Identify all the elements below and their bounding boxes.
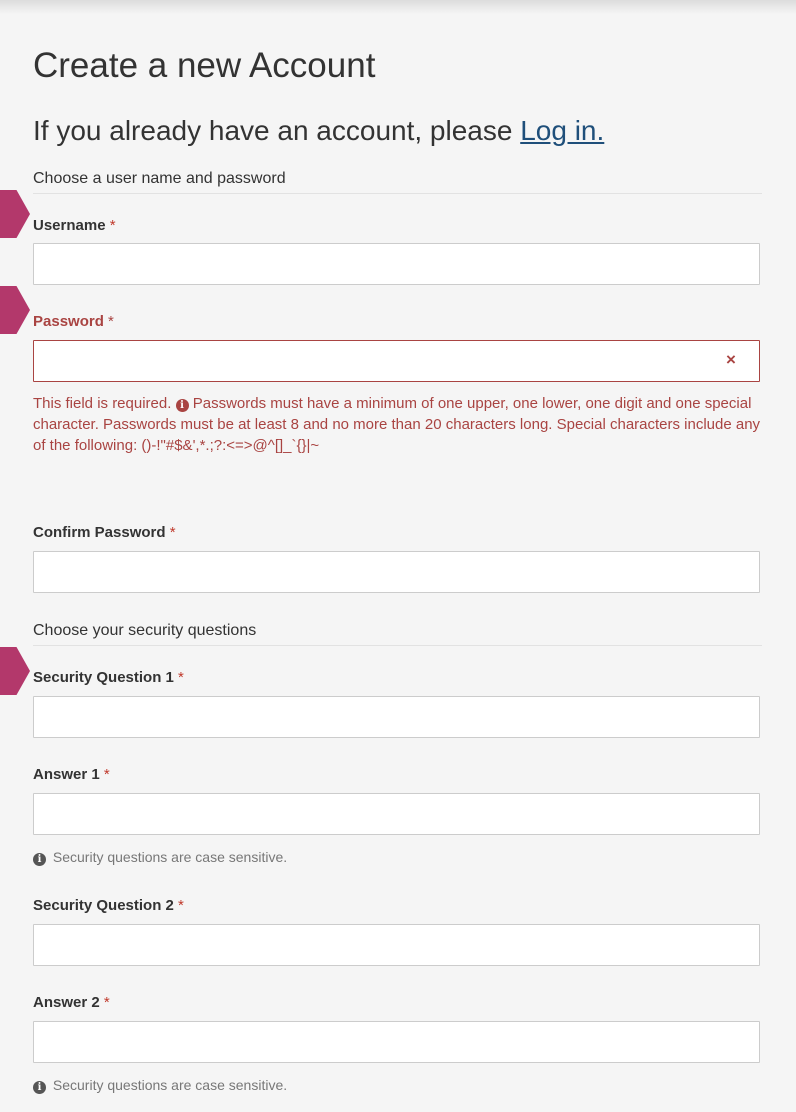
section-title-security: Choose your security questions (33, 622, 762, 646)
login-prompt: If you already have an account, please L… (33, 115, 604, 147)
required-asterisk: * (178, 669, 184, 686)
security-question-2-label: Security Question 2 * (33, 897, 184, 914)
security-question-1-label-text: Security Question 1 (33, 669, 174, 686)
login-prompt-text: If you already have an account, please (33, 115, 521, 146)
security-question-2-label-text: Security Question 2 (33, 897, 174, 914)
confirm-password-label-text: Confirm Password (33, 524, 166, 541)
required-asterisk: * (108, 313, 114, 330)
username-label: Username * (33, 217, 116, 234)
password-error-message: This field is required. i Passwords must… (33, 393, 768, 456)
password-input[interactable] (33, 340, 760, 382)
confirm-password-label: Confirm Password * (33, 524, 176, 541)
required-asterisk: * (103, 994, 110, 1011)
info-circle-icon: i (175, 399, 189, 412)
info-circle-icon: i (33, 853, 46, 866)
security-question-1-label: Security Question 1 * (33, 669, 184, 686)
page-title: Create a new Account (33, 46, 376, 85)
security-question-2-input[interactable] (33, 924, 760, 966)
answer-2-label: Answer 2 * (33, 994, 110, 1011)
case-sensitive-help-2: i Security questions are case sensitive. (33, 1077, 287, 1094)
answer-1-input[interactable] (33, 793, 760, 835)
username-label-text: Username (33, 217, 106, 234)
times-icon: × (726, 350, 736, 369)
password-label: Password * (33, 313, 114, 330)
arrow-marker-icon (0, 190, 30, 238)
answer-1-label-text: Answer 1 (33, 766, 100, 783)
login-link[interactable]: Log in. (520, 115, 604, 146)
password-required-text: This field is required. (33, 395, 172, 412)
top-shadow (0, 0, 796, 14)
answer-2-label-text: Answer 2 (33, 994, 100, 1011)
required-asterisk: * (178, 897, 184, 914)
username-input[interactable] (33, 243, 760, 285)
security-question-1-input[interactable] (33, 696, 760, 738)
required-asterisk: * (109, 217, 116, 234)
required-asterisk: * (103, 766, 110, 783)
case-sensitive-help-1: i Security questions are case sensitive. (33, 849, 287, 866)
case-sensitive-text: Security questions are case sensitive. (52, 849, 288, 865)
arrow-marker-icon (0, 647, 30, 695)
section-title-credentials: Choose a user name and password (33, 170, 762, 194)
password-label-text: Password (33, 313, 104, 330)
arrow-marker-icon (0, 286, 30, 334)
confirm-password-input[interactable] (33, 551, 760, 593)
info-circle-icon: i (33, 1081, 46, 1094)
answer-2-input[interactable] (33, 1021, 760, 1063)
case-sensitive-text: Security questions are case sensitive. (52, 1077, 288, 1093)
answer-1-label: Answer 1 * (33, 766, 110, 783)
required-asterisk: * (169, 524, 176, 541)
